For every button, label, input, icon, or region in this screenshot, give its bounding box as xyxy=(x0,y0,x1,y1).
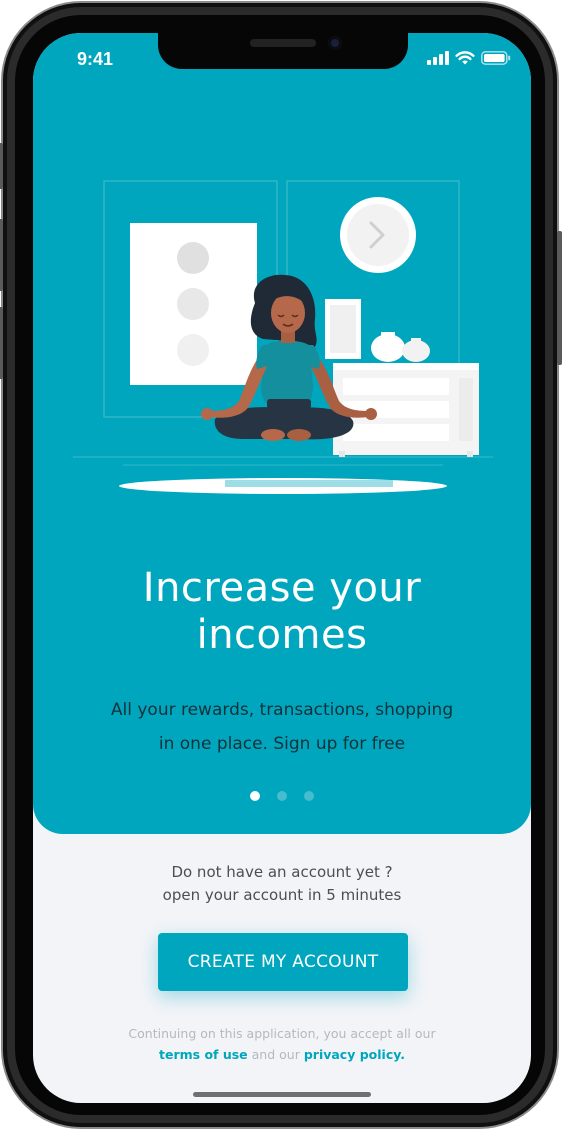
volume-down-button xyxy=(0,307,3,379)
notch xyxy=(158,33,408,69)
silent-switch xyxy=(0,143,3,189)
speaker-grille xyxy=(250,39,316,47)
description: All your rewards, transactions, shopping… xyxy=(33,693,531,761)
woman-meditating-illustration xyxy=(73,180,493,494)
pagination-dot-2[interactable] xyxy=(277,791,287,801)
phone-frame: 9:41 Increase your incomes All your rewa… xyxy=(0,3,562,1127)
onboarding-hero: Increase your incomes All your rewards, … xyxy=(33,33,531,834)
legal-line-2: terms of use and our privacy policy. xyxy=(33,1044,531,1065)
signup-prompt: Do not have an account yet ? open your a… xyxy=(33,861,531,907)
headline-line-2: incomes xyxy=(196,612,368,658)
battery-icon xyxy=(481,51,511,65)
privacy-policy-link[interactable]: privacy policy. xyxy=(304,1047,405,1062)
signup-prompt-line-2: open your account in 5 minutes xyxy=(162,886,402,904)
volume-up-button xyxy=(0,219,3,291)
pagination-dot-1[interactable] xyxy=(250,791,260,801)
wifi-icon xyxy=(455,51,475,65)
app-screen: 9:41 Increase your incomes All your rewa… xyxy=(33,33,531,1103)
pagination-dots xyxy=(33,791,531,801)
headline-line-1: Increase your xyxy=(142,565,422,611)
signal-icon xyxy=(427,51,449,65)
status-icons xyxy=(427,51,511,65)
create-account-button[interactable]: CREATE MY ACCOUNT xyxy=(158,933,408,991)
legal-notice: Continuing on this application, you acce… xyxy=(33,1023,531,1065)
status-time: 9:41 xyxy=(77,49,114,69)
terms-of-use-link[interactable]: terms of use xyxy=(159,1047,248,1062)
signup-prompt-line-1: Do not have an account yet ? xyxy=(171,863,393,881)
power-button xyxy=(557,231,562,365)
headline: Increase your incomes xyxy=(33,565,531,659)
legal-connector: and our xyxy=(251,1047,300,1062)
legal-line-1: Continuing on this application, you acce… xyxy=(128,1026,436,1041)
front-camera xyxy=(328,36,342,50)
description-line-2: in one place. Sign up for free xyxy=(158,734,406,754)
description-line-1: All your rewards, transactions, shopping xyxy=(110,700,454,720)
home-indicator[interactable] xyxy=(193,1092,371,1097)
pagination-dot-3[interactable] xyxy=(304,791,314,801)
